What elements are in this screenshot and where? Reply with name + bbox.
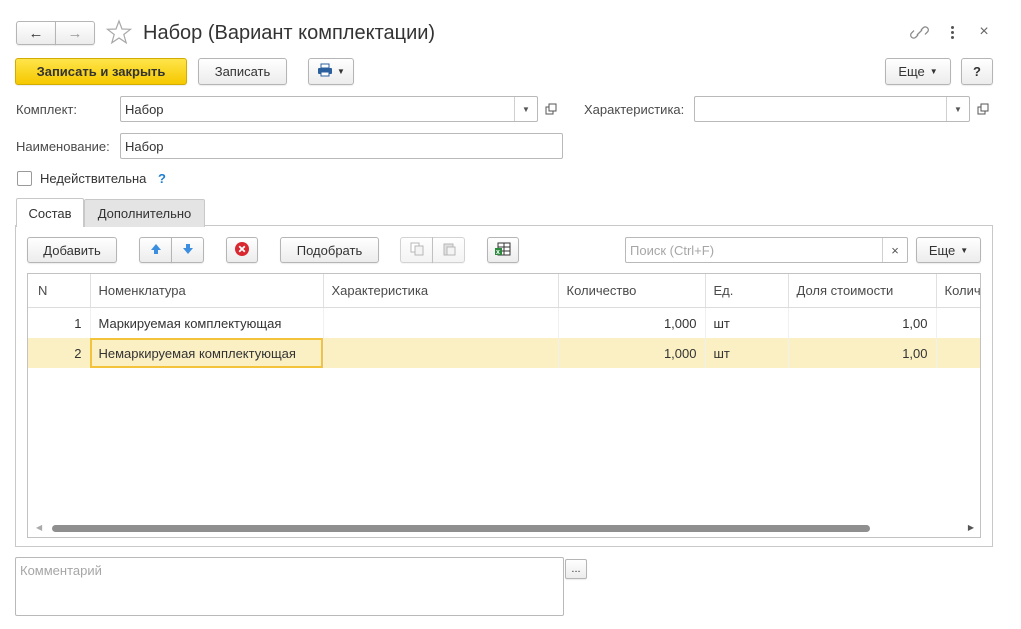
- scroll-right-icon[interactable]: ▶: [968, 523, 974, 532]
- row-item[interactable]: Немаркируемая комплектующая: [90, 338, 324, 368]
- printer-icon: [317, 63, 333, 80]
- row-unit[interactable]: шт: [705, 307, 789, 338]
- copy-button[interactable]: [400, 237, 433, 263]
- save-and-close-button[interactable]: Записать и закрыть: [15, 58, 187, 85]
- tab-dopolnitelno[interactable]: Дополнительно: [84, 199, 205, 227]
- paste-button[interactable]: [432, 237, 465, 263]
- close-icon[interactable]: ×: [977, 22, 991, 42]
- table-more-button[interactable]: Еще ▼: [916, 237, 981, 263]
- col-header-characteristic[interactable]: Характеристика: [323, 274, 559, 308]
- name-value: Набор: [125, 138, 164, 154]
- dropdown-arrow-icon[interactable]: ▼: [946, 97, 969, 121]
- clear-search-icon[interactable]: ×: [882, 238, 907, 262]
- move-up-button[interactable]: [139, 237, 172, 263]
- invalid-checkbox[interactable]: [17, 171, 32, 186]
- table-header-row: N Номенклатура Характеристика Количество…: [28, 274, 980, 308]
- name-label: Наименование:: [16, 139, 110, 154]
- row-qty[interactable]: 1,000: [558, 338, 706, 368]
- link-icon[interactable]: [909, 23, 931, 43]
- chevron-down-icon: ▼: [929, 67, 938, 76]
- row-share[interactable]: 1,00: [788, 338, 937, 368]
- open-komplekt-icon[interactable]: [541, 96, 561, 122]
- row-characteristic[interactable]: [323, 307, 559, 338]
- row-item[interactable]: Маркируемая комплектующая: [90, 307, 324, 338]
- row-characteristic[interactable]: [323, 338, 559, 368]
- delete-button[interactable]: [226, 237, 258, 263]
- arrow-left-icon: ←: [28, 24, 44, 42]
- comment-field[interactable]: Комментарий: [15, 557, 564, 616]
- table-more-label: Еще: [928, 242, 956, 258]
- more-label: Еще: [898, 64, 925, 79]
- more-vertical-icon[interactable]: [946, 22, 958, 42]
- col-header-share[interactable]: Доля стоимости: [788, 274, 937, 308]
- chevron-down-icon: ▼: [337, 67, 345, 76]
- row-n: 1: [28, 307, 91, 338]
- forward-button[interactable]: →: [55, 21, 95, 45]
- row-qty[interactable]: 1,000: [558, 307, 706, 338]
- row-unit[interactable]: шт: [705, 338, 789, 368]
- open-characteristic-icon[interactable]: [973, 96, 993, 122]
- comment-placeholder: Комментарий: [20, 563, 102, 578]
- chevron-down-icon: ▼: [960, 245, 969, 255]
- print-button[interactable]: ▼: [308, 58, 354, 85]
- col-header-qty2[interactable]: Колич: [936, 274, 980, 308]
- row-n: 2: [28, 338, 91, 368]
- col-header-item[interactable]: Номенклатура: [90, 274, 324, 308]
- table-container: N Номенклатура Характеристика Количество…: [27, 273, 981, 538]
- search-input[interactable]: Поиск (Ctrl+F) ×: [625, 237, 908, 263]
- table-row[interactable]: 2 Немаркируемая комплектующая 1,000 шт 1…: [28, 338, 980, 368]
- svg-text:x: x: [496, 249, 500, 256]
- name-field[interactable]: Набор: [120, 133, 563, 159]
- komplekt-value: Набор: [125, 101, 164, 117]
- delete-icon: [234, 241, 250, 260]
- tab-sostav[interactable]: Состав: [16, 198, 84, 227]
- more-button[interactable]: Еще ▼: [885, 58, 951, 85]
- komplekt-label: Комплект:: [16, 102, 77, 117]
- arrow-down-icon: [182, 243, 194, 258]
- row-extra[interactable]: [936, 338, 980, 368]
- comment-open-button[interactable]: ...: [565, 559, 587, 579]
- save-button[interactable]: Записать: [198, 58, 287, 85]
- komplekt-field[interactable]: Набор ▼: [120, 96, 538, 122]
- scrollbar-thumb[interactable]: [52, 525, 870, 532]
- row-share[interactable]: 1,00: [788, 307, 937, 338]
- add-button[interactable]: Добавить: [27, 237, 117, 263]
- col-header-unit[interactable]: Ед.: [705, 274, 789, 308]
- row-extra[interactable]: [936, 307, 980, 338]
- excel-icon: x: [495, 242, 511, 259]
- back-button[interactable]: ←: [16, 21, 56, 45]
- arrow-up-icon: [150, 243, 162, 258]
- excel-button[interactable]: x: [487, 237, 519, 263]
- copy-icon: [410, 242, 424, 259]
- scroll-left-icon[interactable]: ◀: [36, 523, 42, 532]
- page-title: Набор (Вариант комплектации): [143, 22, 436, 44]
- paste-icon: [442, 242, 456, 259]
- select-button[interactable]: Подобрать: [280, 237, 379, 263]
- characteristic-field[interactable]: ▼: [694, 96, 970, 122]
- dropdown-arrow-icon[interactable]: ▼: [514, 97, 537, 121]
- move-down-button[interactable]: [171, 237, 204, 263]
- search-placeholder: Поиск (Ctrl+F): [630, 242, 715, 258]
- horizontal-scrollbar[interactable]: ◀ ▶: [28, 520, 980, 537]
- help-button[interactable]: ?: [961, 58, 993, 85]
- arrow-right-icon: →: [67, 24, 83, 42]
- invalid-help-link[interactable]: ?: [158, 171, 166, 186]
- table-row[interactable]: 1 Маркируемая комплектующая 1,000 шт 1,0…: [28, 307, 980, 338]
- table: N Номенклатура Характеристика Количество…: [28, 274, 980, 368]
- col-header-n[interactable]: N: [28, 274, 91, 308]
- invalid-label: Недействительна: [40, 171, 147, 186]
- favorite-star-icon[interactable]: [105, 19, 133, 45]
- col-header-qty[interactable]: Количество: [558, 274, 706, 308]
- characteristic-label: Характеристика:: [584, 102, 685, 117]
